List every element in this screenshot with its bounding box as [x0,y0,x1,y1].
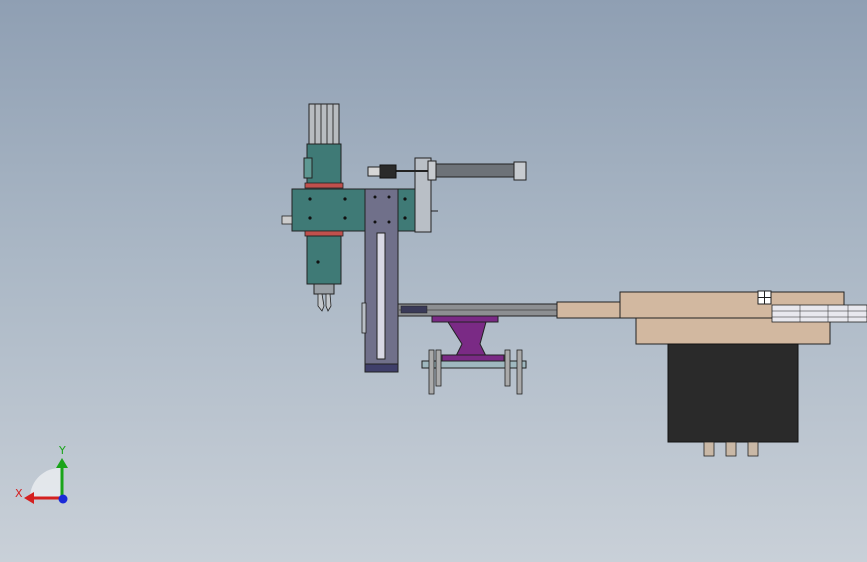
bolt-hole [373,195,377,199]
linear-feeder-support[interactable] [421,315,527,395]
gripper-finger-right [325,293,332,312]
cad-viewport[interactable]: Y X [0,0,867,562]
x-axis-arrow-icon [24,492,34,504]
leveling-bolt [428,349,435,395]
x-axis-label: X [15,487,23,500]
feeder-spring [400,305,428,314]
bolt-hole [387,220,391,224]
bowl-drive-body [667,343,799,443]
bowl-foot [747,441,759,457]
coordinate-triad: Y X [15,444,68,504]
leveling-bolt [435,349,442,387]
purple-top-plate [431,315,499,323]
rod-nut [379,164,397,179]
slide-plate-foot [364,363,399,373]
cylinder-end-cap-left [427,160,437,181]
side-fitting [281,215,293,225]
bowl-foot [725,441,737,457]
cylinder-window [303,157,313,179]
cad-model-scene[interactable]: Y X [0,0,867,562]
y-axis-arrow-icon [56,458,68,468]
title-block [771,304,867,323]
bolt-hole [343,197,347,201]
triad-floor-shading [29,467,63,498]
slide-stopper [361,302,367,334]
purple-bracket [447,321,487,357]
track-extension [556,301,628,319]
red-collar-upper [304,182,344,189]
leveling-bolt [504,349,511,387]
bolt-hole [403,197,407,201]
bolt-hole [308,216,312,220]
vertical-slide-plate[interactable] [361,188,399,373]
bolt-hole [308,197,312,201]
slide-rail-slot [376,232,386,360]
bowl-foot [703,441,715,457]
bolt-hole [387,195,391,199]
cylinder-top-cap [308,103,340,145]
y-axis-label: Y [58,444,66,457]
cylinder-end-cap-right [513,161,527,181]
red-collar-lower [304,230,344,237]
rod-coupler [367,166,381,177]
bolt-hole [343,216,347,220]
cylinder-barrel [431,163,515,178]
bolt-hole [316,260,320,264]
bolt-hole [373,220,377,224]
bolt-hole [403,216,407,220]
vibratory-bowl-feeder[interactable] [619,290,867,457]
leveling-bolt [516,349,523,395]
z-axis-dot-icon [58,494,68,504]
gripper-body [313,283,335,295]
cylinder-lower-body [306,235,342,285]
gripper-finger-left [317,293,325,312]
